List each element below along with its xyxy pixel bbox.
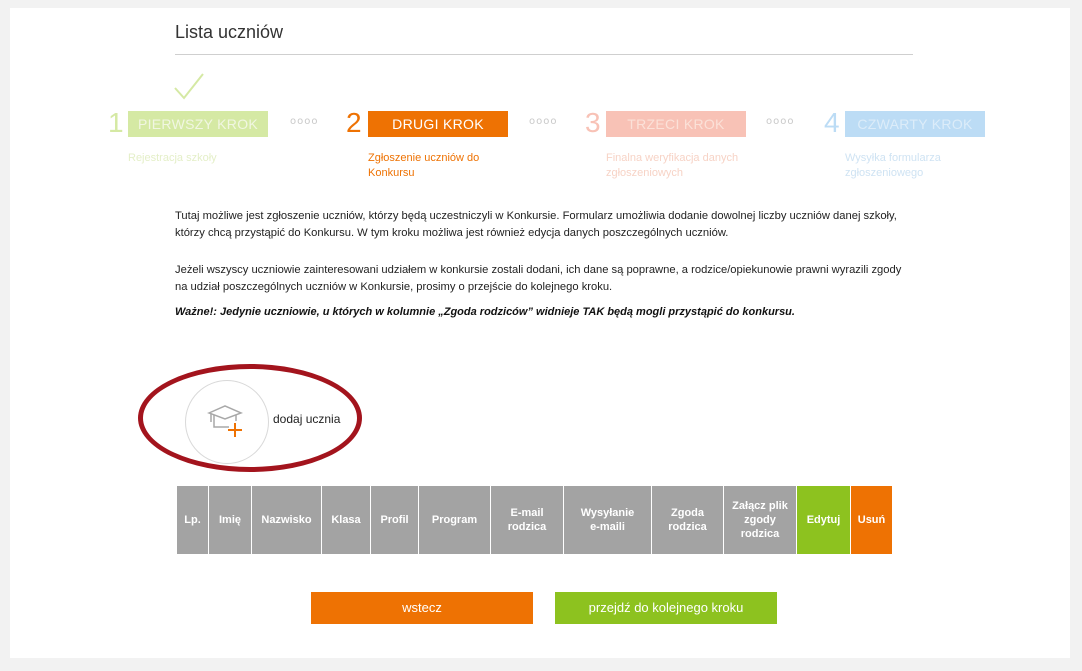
column-imie: Imię	[209, 486, 252, 554]
step-dots-3: oooo	[766, 116, 795, 127]
step-4-label: CZWARTY KROK	[845, 111, 985, 137]
step-dots-1: oooo	[290, 116, 319, 127]
back-button[interactable]: wstecz	[311, 592, 533, 624]
step-2-label: DRUGI KROK	[368, 111, 508, 137]
step-3-label: TRZECI KROK	[606, 111, 746, 137]
next-step-button[interactable]: przejdź do kolejnego kroku	[555, 592, 777, 624]
step-dots-2: oooo	[529, 116, 558, 127]
intro-paragraph-1: Tutaj możliwe jest zgłoszenie uczniów, k…	[175, 210, 897, 239]
step-2-number: 2	[346, 107, 362, 138]
title-divider	[175, 54, 913, 55]
step-1-number: 1	[108, 107, 124, 138]
step-4-description: Wysyłka formularza zgłoszeniowego	[845, 152, 941, 179]
checkmark-icon	[174, 73, 204, 100]
warning-text: Ważne!: Jedynie uczniowie, u których w k…	[175, 306, 795, 318]
column-nazwisko: Nazwisko	[252, 486, 322, 554]
column-lp: Lp.	[177, 486, 209, 554]
step-1-label: PIERWSZY KROK	[128, 111, 268, 137]
step-4-number: 4	[824, 107, 840, 138]
column-profil: Profil	[371, 486, 419, 554]
students-table-header: Lp. Imię Nazwisko Klasa Profil Program E…	[177, 486, 892, 554]
column-wysylanie-emaili: Wysyłanie e-maili	[564, 486, 652, 554]
column-email-rodzica: E-mail rodzica	[491, 486, 564, 554]
column-usun: Usuń	[851, 486, 892, 554]
column-zgoda-rodzica: Zgoda rodzica	[652, 486, 724, 554]
step-1-description: Rejestracja szkoły	[128, 152, 217, 164]
step-2-description: Zgłoszenie uczniów do Konkursu	[368, 152, 480, 179]
intro-paragraph-2: Jeżeli wszyscy uczniowie zainteresowani …	[175, 264, 902, 293]
step-3-number: 3	[585, 107, 601, 138]
column-klasa: Klasa	[322, 486, 371, 554]
content-card	[10, 8, 1070, 658]
step-3-description: Finalna weryfikacja danych zgłoszeniowyc…	[606, 152, 739, 179]
column-program: Program	[419, 486, 491, 554]
annotation-highlight-circle	[138, 364, 362, 472]
page-title: Lista uczniów	[175, 22, 284, 42]
column-edytuj: Edytuj	[797, 486, 851, 554]
column-zalacz-plik: Załącz plik zgody rodzica	[724, 486, 797, 554]
